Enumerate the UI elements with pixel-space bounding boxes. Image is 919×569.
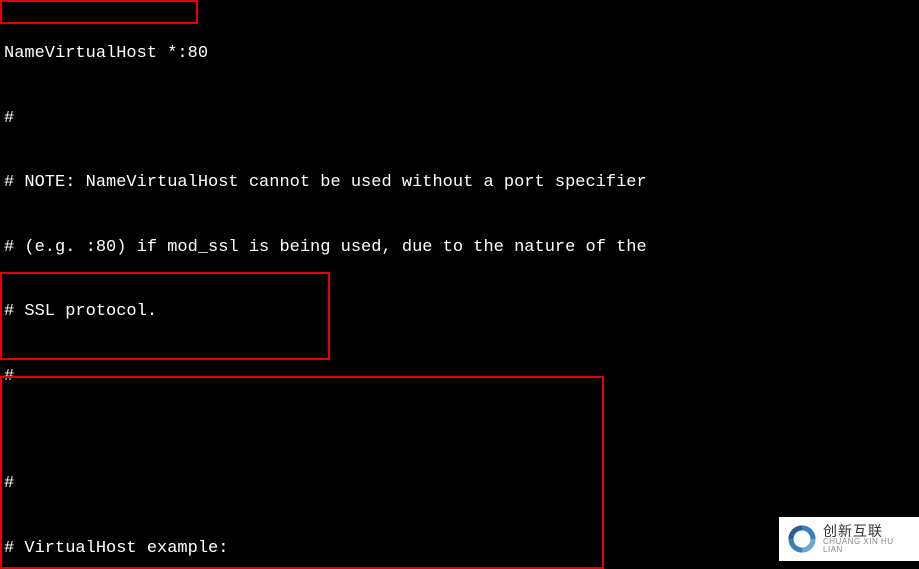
watermark-logo-icon xyxy=(785,522,819,556)
watermark: 创新互联 CHUANG XIN HU LIAN xyxy=(779,517,919,561)
code-line: # xyxy=(0,108,919,130)
watermark-subtitle: CHUANG XIN HU LIAN xyxy=(823,538,913,554)
code-line: NameVirtualHost *:80 xyxy=(0,43,919,65)
code-line: # NOTE: NameVirtualHost cannot be used w… xyxy=(0,172,919,194)
watermark-text: 创新互联 CHUANG XIN HU LIAN xyxy=(823,524,913,554)
code-line: # (e.g. :80) if mod_ssl is being used, d… xyxy=(0,237,919,259)
watermark-title: 创新互联 xyxy=(823,524,913,538)
config-file-content: NameVirtualHost *:80 # # NOTE: NameVirtu… xyxy=(0,0,919,569)
code-line: # xyxy=(0,473,919,495)
code-line: # xyxy=(0,366,919,388)
code-line: # SSL protocol. xyxy=(0,301,919,323)
